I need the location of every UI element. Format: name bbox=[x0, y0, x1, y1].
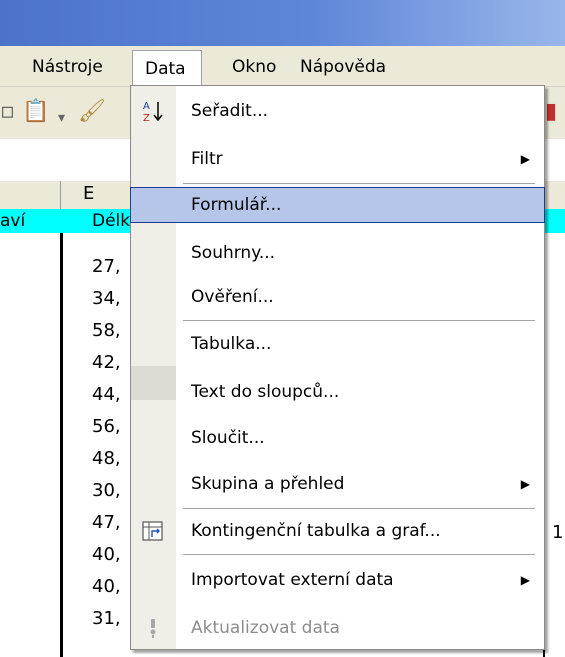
gridline-col-d bbox=[60, 233, 63, 657]
submenu-arrow-icon: ▶ bbox=[520, 477, 530, 491]
menu-separator bbox=[183, 554, 535, 555]
cell-value[interactable]: 56, bbox=[92, 415, 132, 439]
menu-item-souhrny[interactable]: Souhrny... bbox=[131, 236, 544, 270]
cell-row1-col-e[interactable]: Délk bbox=[92, 209, 130, 233]
cell-value[interactable]: 47, bbox=[92, 511, 132, 535]
cell-value[interactable]: 58, bbox=[92, 319, 132, 343]
cell-value[interactable]: 44, bbox=[92, 383, 132, 407]
menu-nastroje[interactable]: Nástroje bbox=[32, 56, 103, 78]
menu-okno[interactable]: Okno bbox=[232, 56, 276, 78]
menu-bar: Nástroje Okno Nápověda bbox=[0, 46, 565, 87]
menu-item-overeni[interactable]: Ověření... bbox=[131, 280, 544, 314]
menu-item-formular[interactable]: Formulář... bbox=[130, 187, 545, 223]
sort-az-icon: A Z bbox=[143, 101, 163, 123]
svg-text:Z: Z bbox=[143, 113, 150, 123]
menu-separator bbox=[183, 508, 535, 509]
title-bar bbox=[0, 0, 565, 46]
cell-value[interactable]: 40, bbox=[92, 575, 132, 599]
cell-row1-left[interactable]: aví bbox=[0, 209, 25, 233]
toolbar-right-icon[interactable]: ▮ bbox=[545, 101, 557, 123]
menu-napoveda[interactable]: Nápověda bbox=[300, 56, 386, 78]
menu-item-aktualizovat-data: Aktualizovat data bbox=[131, 611, 544, 645]
submenu-arrow-icon: ▶ bbox=[520, 152, 530, 166]
column-header-e[interactable]: E bbox=[60, 181, 141, 209]
menu-item-importovat-externi-data[interactable]: Importovat externí data ▶ bbox=[131, 563, 544, 597]
menu-item-tabulka[interactable]: Tabulka... bbox=[131, 327, 544, 361]
cell-value[interactable]: 34, bbox=[92, 287, 132, 311]
paste-dropdown-icon[interactable]: ▾ bbox=[58, 107, 65, 129]
menu-data[interactable]: Data bbox=[132, 50, 202, 86]
cell-value[interactable]: 30, bbox=[92, 479, 132, 503]
submenu-arrow-icon: ▶ bbox=[520, 573, 530, 587]
menu-item-kontingencni-tabulka[interactable]: Kontingenční tabulka a graf... bbox=[131, 514, 544, 548]
menu-item-skupina-a-prehled[interactable]: Skupina a přehled ▶ bbox=[131, 467, 544, 501]
cell-value[interactable]: 42, bbox=[92, 351, 132, 375]
format-painter-icon[interactable]: 🖌 bbox=[78, 101, 106, 123]
menu-item-text-do-sloupcu[interactable]: Text do sloupců... bbox=[131, 375, 544, 409]
menu-item-sloucit[interactable]: Sloučit... bbox=[131, 421, 544, 455]
cell-value[interactable]: 40, bbox=[92, 543, 132, 567]
cell-value[interactable]: 48, bbox=[92, 447, 132, 471]
pivot-table-icon bbox=[142, 521, 163, 541]
data-dropdown-menu: A Z Seřadit... Filtr ▶ Formulář... Souhr… bbox=[130, 85, 545, 650]
menu-item-filtr[interactable]: Filtr ▶ bbox=[131, 142, 544, 176]
cell-right-edge[interactable]: 1 bbox=[552, 521, 563, 545]
cell-value[interactable]: 27, bbox=[92, 255, 132, 279]
paste-icon[interactable]: 📋 bbox=[22, 101, 49, 123]
refresh-data-icon bbox=[150, 619, 156, 638]
menu-separator bbox=[183, 183, 535, 184]
menu-separator bbox=[183, 320, 535, 321]
menu-item-seradit[interactable]: A Z Seřadit... bbox=[131, 94, 544, 128]
toolbar-partial-icon[interactable]: ▫ bbox=[0, 101, 15, 123]
cell-value[interactable]: 31, bbox=[92, 607, 132, 631]
svg-text:A: A bbox=[143, 101, 150, 112]
